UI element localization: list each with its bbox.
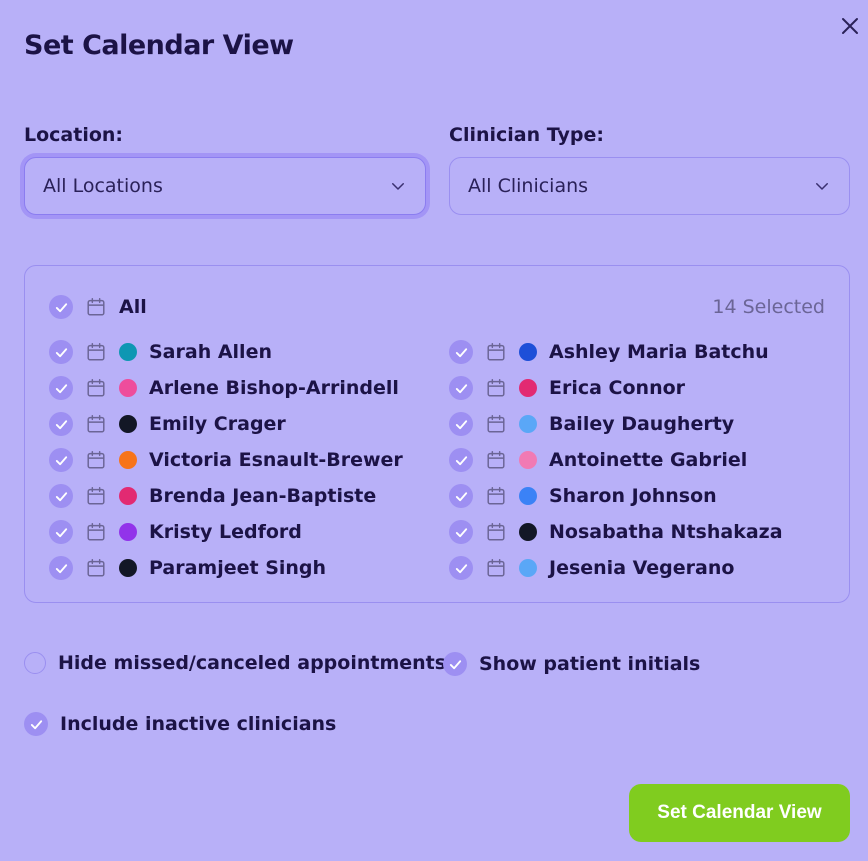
clinician-row[interactable]: Emily Crager [49,410,286,438]
location-select[interactable]: All Locations [24,157,426,215]
clinician-checkbox[interactable] [49,520,73,544]
clinician-row[interactable]: Paramjeet Singh [49,554,326,582]
clinician-color-dot [119,415,137,433]
clinician-color-dot [119,559,137,577]
calendar-icon [487,415,505,433]
hide-missed-option[interactable]: Hide missed/canceled appointments [24,652,446,674]
clinician-checkbox[interactable] [49,412,73,436]
show-initials-label: Show patient initials [479,653,701,675]
clinician-color-dot [119,379,137,397]
show-initials-option[interactable]: Show patient initials [443,652,700,676]
clinician-name: Paramjeet Singh [149,557,327,579]
clinician-checkbox[interactable] [449,448,473,472]
clinician-name: Brenda Jean-Baptiste [149,485,377,507]
clinician-checkbox[interactable] [49,376,73,400]
clinician-name: Emily Crager [149,413,286,435]
clinician-name: Erica Connor [549,377,686,399]
clinician-checkbox[interactable] [449,340,473,364]
calendar-icon [87,451,105,469]
clinician-checkbox[interactable] [49,340,73,364]
dialog-title: Set Calendar View [24,30,294,61]
clinician-row[interactable]: Victoria Esnault-Brewer [49,446,403,474]
clinician-color-dot [119,487,137,505]
clinician-color-dot [519,523,537,541]
clinician-checkbox[interactable] [49,484,73,508]
clinician-name: Kristy Ledford [149,521,302,543]
calendar-icon [487,487,505,505]
calendar-icon [87,298,105,316]
calendar-icon [487,523,505,541]
clinician-checkbox[interactable] [49,556,73,580]
clinician-checkbox[interactable] [449,484,473,508]
clinician-checkbox[interactable] [449,556,473,580]
clinician-row[interactable]: Kristy Ledford [49,518,302,546]
clinician-list-panel: All 14 Selected Sarah Allen Arlene Bishop… [24,265,850,603]
select-all-checkbox[interactable] [49,295,73,319]
clinician-color-dot [519,343,537,361]
calendar-icon [87,379,105,397]
calendar-icon [487,379,505,397]
hide-missed-checkbox[interactable] [24,652,46,674]
clinician-checkbox[interactable] [49,448,73,472]
hide-missed-label: Hide missed/canceled appointments [58,652,447,674]
clinician-row[interactable]: Nosabatha Ntshakaza [449,518,783,546]
clinician-row[interactable]: Ashley Maria Batchu [449,338,769,366]
clinician-color-dot [119,523,137,541]
clinician-checkbox[interactable] [449,520,473,544]
clinician-name: Nosabatha Ntshakaza [549,521,783,543]
select-all-row[interactable]: All [49,293,147,321]
chevron-down-icon [392,183,404,190]
clinician-row[interactable]: Bailey Daugherty [449,410,734,438]
include-inactive-label: Include inactive clinicians [60,713,337,735]
calendar-icon [87,415,105,433]
clinician-checkbox[interactable] [449,412,473,436]
calendar-icon [487,343,505,361]
selected-count: 14 Selected [712,296,825,318]
calendar-icon [87,523,105,541]
include-inactive-checkbox[interactable] [24,712,48,736]
clinician-type-value: All Clinicians [468,175,589,197]
clinician-type-select[interactable]: All Clinicians [449,157,850,215]
close-icon[interactable] [838,14,862,38]
calendar-icon [487,451,505,469]
clinician-color-dot [519,559,537,577]
clinician-name: Ashley Maria Batchu [549,341,769,363]
clinician-row[interactable]: Antoinette Gabriel [449,446,747,474]
set-calendar-view-button[interactable]: Set Calendar View [629,784,850,842]
select-all-label: All [119,296,147,318]
clinician-color-dot [519,415,537,433]
clinician-name: Sharon Johnson [549,485,717,507]
clinician-type-label: Clinician Type: [449,124,604,146]
clinician-row[interactable]: Brenda Jean-Baptiste [49,482,376,510]
clinician-row[interactable]: Sharon Johnson [449,482,717,510]
chevron-down-icon [816,183,828,190]
include-inactive-option[interactable]: Include inactive clinicians [24,712,336,736]
clinician-row[interactable]: Jesenia Vegerano [449,554,734,582]
clinician-color-dot [519,379,537,397]
calendar-icon [487,559,505,577]
clinician-checkbox[interactable] [449,376,473,400]
clinician-row[interactable]: Sarah Allen [49,338,272,366]
location-value: All Locations [43,175,163,197]
clinician-name: Jesenia Vegerano [549,557,735,579]
clinician-name: Bailey Daugherty [549,413,735,435]
clinician-color-dot [519,487,537,505]
clinician-color-dot [519,451,537,469]
clinician-color-dot [119,451,137,469]
clinician-name: Sarah Allen [149,341,272,363]
clinician-name: Arlene Bishop-Arrindell [149,377,399,399]
clinician-row[interactable]: Arlene Bishop-Arrindell [49,374,399,402]
calendar-icon [87,559,105,577]
clinician-name: Antoinette Gabriel [549,449,748,471]
location-label: Location: [24,124,124,146]
calendar-icon [87,343,105,361]
clinician-name: Victoria Esnault-Brewer [149,449,403,471]
calendar-icon [87,487,105,505]
show-initials-checkbox[interactable] [443,652,467,676]
clinician-color-dot [119,343,137,361]
clinician-row[interactable]: Erica Connor [449,374,685,402]
